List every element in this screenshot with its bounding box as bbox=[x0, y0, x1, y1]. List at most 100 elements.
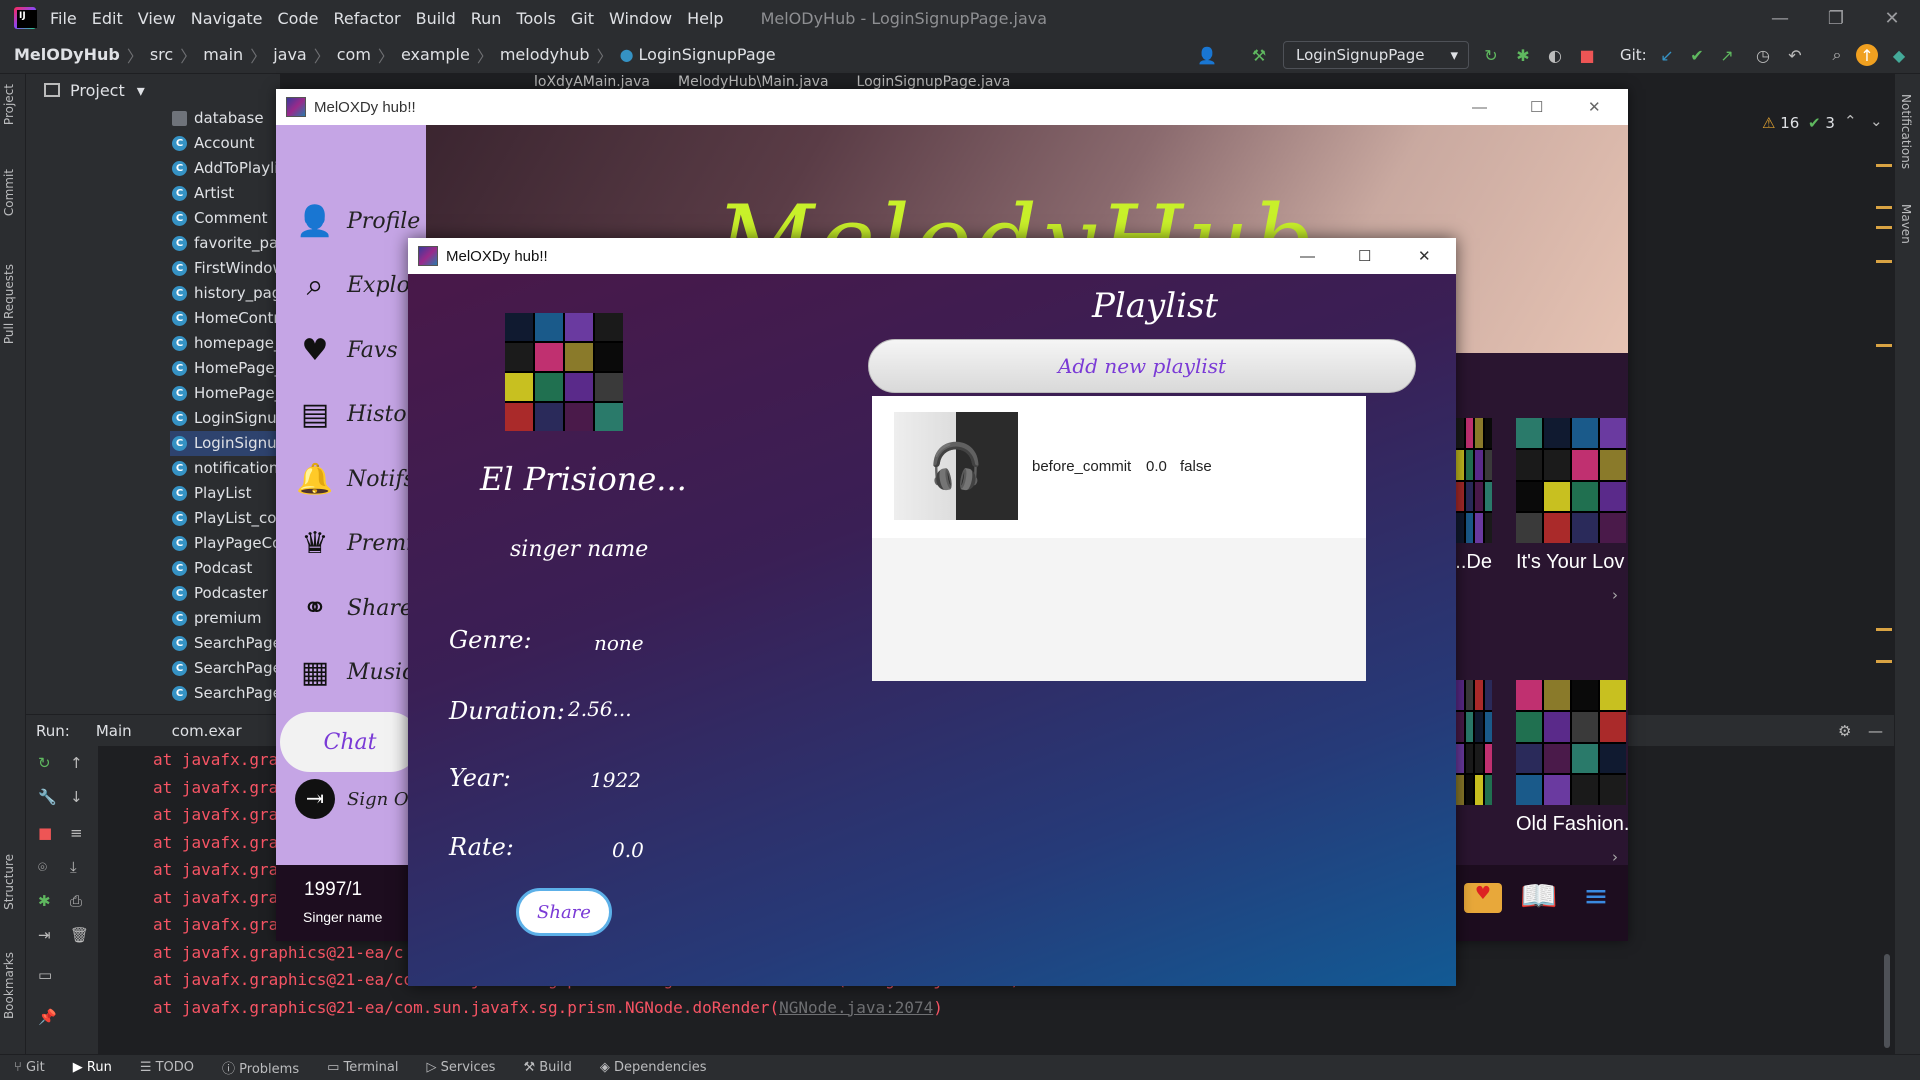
debug-bug-icon[interactable]: ✱ bbox=[38, 892, 51, 910]
tree-item-class[interactable]: C PlayList bbox=[170, 481, 280, 506]
structure-tool-tab[interactable]: Structure bbox=[2, 854, 16, 910]
minimize-panel-icon[interactable]: — bbox=[1868, 722, 1883, 740]
tree-item-class[interactable]: C PlayList_cont bbox=[170, 506, 280, 531]
trash-icon[interactable]: 🗑 bbox=[70, 926, 89, 944]
close-icon[interactable]: ✕ bbox=[1588, 98, 1601, 116]
minimize-icon[interactable]: — bbox=[1472, 99, 1487, 116]
tree-item-class[interactable]: C AddToPlaylis bbox=[170, 156, 280, 181]
menu-edit[interactable]: Edit bbox=[92, 9, 123, 28]
camera-icon[interactable]: ⌾ bbox=[38, 858, 47, 876]
status-git[interactable]: ⑂ Git bbox=[14, 1060, 45, 1075]
tree-item-class[interactable]: C LoginSignup bbox=[170, 406, 280, 431]
breadcrumb-main[interactable]: main bbox=[203, 45, 243, 64]
stack-trace-link[interactable]: NGNode.java:2074 bbox=[779, 998, 933, 1017]
menu-tools[interactable]: Tools bbox=[516, 9, 555, 28]
stop-icon[interactable]: ■ bbox=[38, 824, 52, 842]
warning-stripe[interactable] bbox=[1876, 628, 1892, 631]
nav-music[interactable]: ▦ Music bbox=[295, 648, 423, 698]
history-clock-icon[interactable]: ◷ bbox=[1752, 44, 1774, 66]
nav-history[interactable]: ▤ History bbox=[295, 390, 423, 440]
status-terminal[interactable]: ▭ Terminal bbox=[327, 1060, 398, 1075]
tree-item-class[interactable]: C LoginSignup bbox=[170, 431, 280, 456]
album-cover[interactable] bbox=[1456, 418, 1492, 543]
warning-stripe[interactable] bbox=[1876, 260, 1892, 263]
maximize-icon[interactable]: ☐ bbox=[1358, 247, 1371, 265]
checks-indicator[interactable]: ✔ 3 bbox=[1808, 114, 1835, 132]
nav-premium[interactable]: ♛Premium bbox=[295, 519, 423, 569]
tree-item-class[interactable]: C HomeContro bbox=[170, 306, 280, 331]
update-icon[interactable]: ↑ bbox=[1856, 44, 1878, 66]
card-title[interactable]: It's Your Lov bbox=[1516, 551, 1628, 574]
menu-build[interactable]: Build bbox=[416, 9, 456, 28]
nav-favs[interactable]: ♥ Favs bbox=[295, 325, 423, 375]
tree-item-class[interactable]: Chomepage_a bbox=[170, 331, 280, 356]
chat-hearts-icon[interactable]: ♥ bbox=[1464, 883, 1502, 913]
coverage-icon[interactable]: ◐ bbox=[1544, 44, 1566, 66]
playlist-add-icon[interactable]: ≡ bbox=[1578, 879, 1614, 915]
warning-stripe[interactable] bbox=[1876, 226, 1892, 229]
chevron-up-icon[interactable]: ⌃ bbox=[1844, 112, 1857, 130]
tree-item-class[interactable]: Cpremium bbox=[170, 606, 280, 631]
nav-sign-out[interactable]: ⇥ Sign Out bbox=[295, 774, 423, 824]
card-title[interactable]: Old Fashion. bbox=[1516, 813, 1628, 836]
warning-stripe[interactable] bbox=[1876, 344, 1892, 347]
layout-icon[interactable]: ▭ bbox=[38, 966, 52, 984]
breadcrumb-example[interactable]: example bbox=[401, 45, 470, 64]
pin-icon[interactable]: 📌 bbox=[38, 1008, 57, 1026]
tree-item-class[interactable]: C Account bbox=[170, 131, 280, 156]
tree-item-class[interactable]: Chistory_page bbox=[170, 281, 280, 306]
maximize-icon[interactable]: ☐ bbox=[1530, 98, 1543, 116]
card-title[interactable]: De... bbox=[1456, 551, 1492, 574]
playlist-row[interactable]: 🎧 before_commit 0.0 false bbox=[872, 396, 1366, 538]
chevron-down-icon[interactable]: ⌄ bbox=[1870, 112, 1883, 130]
stop-icon[interactable]: ■ bbox=[1576, 44, 1598, 66]
git-push-icon[interactable]: ↗ bbox=[1716, 44, 1738, 66]
album-cover[interactable] bbox=[1516, 418, 1626, 543]
status-dependencies[interactable]: ◈ Dependencies bbox=[600, 1060, 707, 1075]
tree-item-class[interactable]: C SearchPage bbox=[170, 631, 280, 656]
add-new-playlist-button[interactable]: Add new playlist bbox=[868, 339, 1416, 393]
arrow-up-icon[interactable]: ↑ bbox=[70, 754, 83, 772]
tree-item-class[interactable]: Cfavorite_pag bbox=[170, 231, 280, 256]
ide-restore-button[interactable]: ❐ bbox=[1808, 0, 1864, 36]
maven-tool-tab[interactable]: Maven bbox=[1899, 204, 1913, 244]
tree-item-class[interactable]: C Podcast bbox=[170, 556, 280, 581]
menu-file[interactable]: File bbox=[50, 9, 77, 28]
ide-minimize-button[interactable]: — bbox=[1752, 0, 1808, 36]
tree-item-class[interactable]: C SearchPage( bbox=[170, 681, 280, 706]
soft-wrap-icon[interactable]: ≡ bbox=[70, 824, 83, 842]
breadcrumb-project[interactable]: MelODyHub bbox=[14, 45, 120, 64]
hammer-icon[interactable]: ⚒ bbox=[1248, 44, 1270, 66]
run-config-select[interactable]: LoginSignupPage ▾ bbox=[1283, 41, 1469, 69]
menu-git[interactable]: Git bbox=[571, 9, 594, 28]
breadcrumb-java[interactable]: java bbox=[273, 45, 307, 64]
chevron-right-icon[interactable]: › bbox=[1612, 586, 1618, 604]
menu-view[interactable]: View bbox=[138, 9, 176, 28]
rerun-icon[interactable]: ↻ bbox=[38, 754, 51, 772]
breadcrumb-com[interactable]: com bbox=[337, 45, 371, 64]
warning-stripe[interactable] bbox=[1876, 206, 1892, 209]
tree-item-class[interactable]: C HomePage_ bbox=[170, 356, 280, 381]
warnings-indicator[interactable]: ⚠ 16 bbox=[1762, 114, 1799, 132]
nav-share[interactable]: ⚭ Share bbox=[295, 583, 423, 633]
run-tab-com[interactable]: com.exar bbox=[172, 722, 242, 740]
tree-item-folder[interactable]: database bbox=[170, 106, 280, 131]
arrow-down-icon[interactable]: ↓ bbox=[70, 788, 83, 806]
nav-explore[interactable]: ⌕Explore bbox=[295, 261, 423, 311]
chevron-right-icon[interactable]: › bbox=[1612, 848, 1618, 866]
tree-item-class[interactable]: C Artist bbox=[170, 181, 280, 206]
tree-item-class[interactable]: C SearchPage_ bbox=[170, 656, 280, 681]
nav-notifs[interactable]: 🔔 Notifs bbox=[295, 454, 423, 504]
status-todo[interactable]: ☰ TODO bbox=[140, 1060, 194, 1075]
chat-button[interactable]: Chat bbox=[280, 712, 420, 772]
project-tool-tab[interactable]: Project bbox=[2, 84, 16, 125]
wrench-icon[interactable]: 🔧 bbox=[38, 788, 57, 806]
user-icon[interactable]: 👤 bbox=[1196, 44, 1218, 66]
status-run[interactable]: ▶ Run bbox=[73, 1060, 112, 1075]
menu-refactor[interactable]: Refactor bbox=[333, 9, 400, 28]
debug-icon[interactable]: ✱ bbox=[1512, 44, 1534, 66]
breadcrumb-melodyhub[interactable]: melodyhub bbox=[500, 45, 590, 64]
project-label[interactable]: Project bbox=[70, 81, 125, 100]
tree-item-class[interactable]: C PlayPageCor bbox=[170, 531, 280, 556]
commit-tool-tab[interactable]: Commit bbox=[2, 169, 16, 216]
